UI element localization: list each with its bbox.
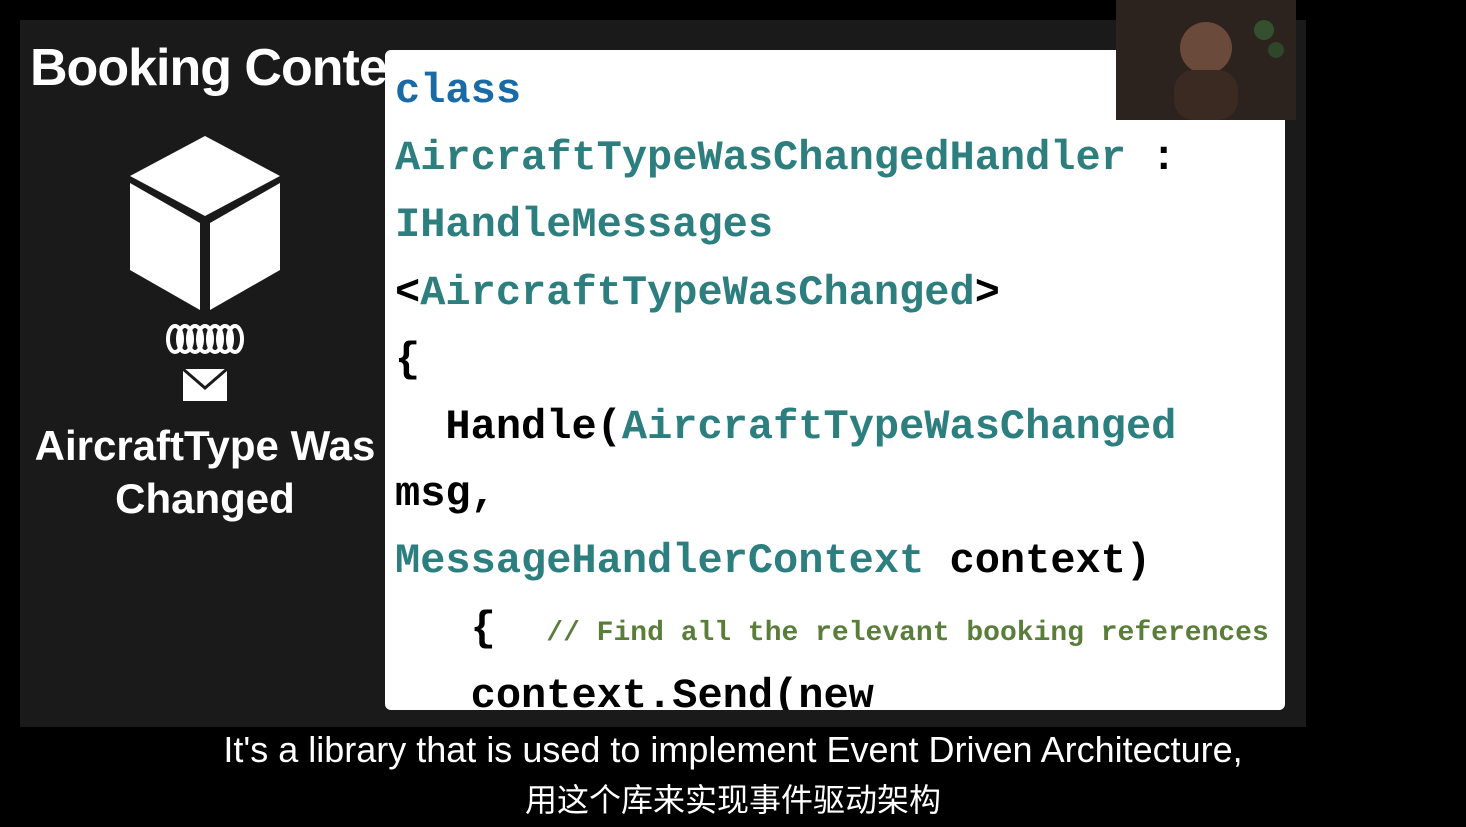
subtitle-en: It's a library that is used to implement…	[0, 729, 1466, 771]
code-type-iface: IHandleMessages	[395, 201, 773, 249]
code-ctx-param: context)	[924, 537, 1151, 585]
event-label-line1: AircraftType Was	[35, 422, 376, 469]
code-type-handler: AircraftTypeWasChangedHandler	[395, 134, 1126, 182]
event-label: AircraftType Was Changed	[35, 420, 376, 525]
code-comment: // Find all the relevant booking referen…	[546, 618, 1269, 649]
code-send: context.Send(new RebookFlight{…});	[395, 672, 899, 710]
mail-icon	[182, 368, 228, 402]
code-type-event: AircraftTypeWasChanged	[420, 269, 975, 317]
event-label-line2: Changed	[115, 475, 295, 522]
code-gt: >	[975, 269, 1000, 317]
coil-icon	[165, 324, 245, 354]
subtitles: It's a library that is used to implement…	[0, 729, 1466, 821]
code-kw-class: class	[395, 67, 521, 115]
code-lt: <	[395, 269, 420, 317]
subtitle-zh: 用这个库来实现事件驱动架构	[0, 775, 1466, 821]
icon-stack: AircraftType Was Changed	[30, 128, 380, 525]
code-box: class AircraftTypeWasChangedHandler : IH…	[385, 50, 1285, 710]
slide-title: Booking Context	[30, 38, 380, 98]
code-inner-open: {	[471, 605, 496, 653]
code-open-brace: {	[395, 336, 420, 384]
code-colon: :	[1126, 134, 1176, 182]
slide: Booking Context	[20, 20, 1306, 727]
left-column: Booking Context	[30, 38, 380, 525]
cube-icon	[120, 128, 290, 318]
code-handle: Handle(	[445, 403, 621, 451]
code-type-ctx: MessageHandlerContext	[395, 537, 924, 585]
speaker-thumbnail	[1116, 0, 1296, 120]
code-type-event2: AircraftTypeWasChanged	[622, 403, 1177, 451]
